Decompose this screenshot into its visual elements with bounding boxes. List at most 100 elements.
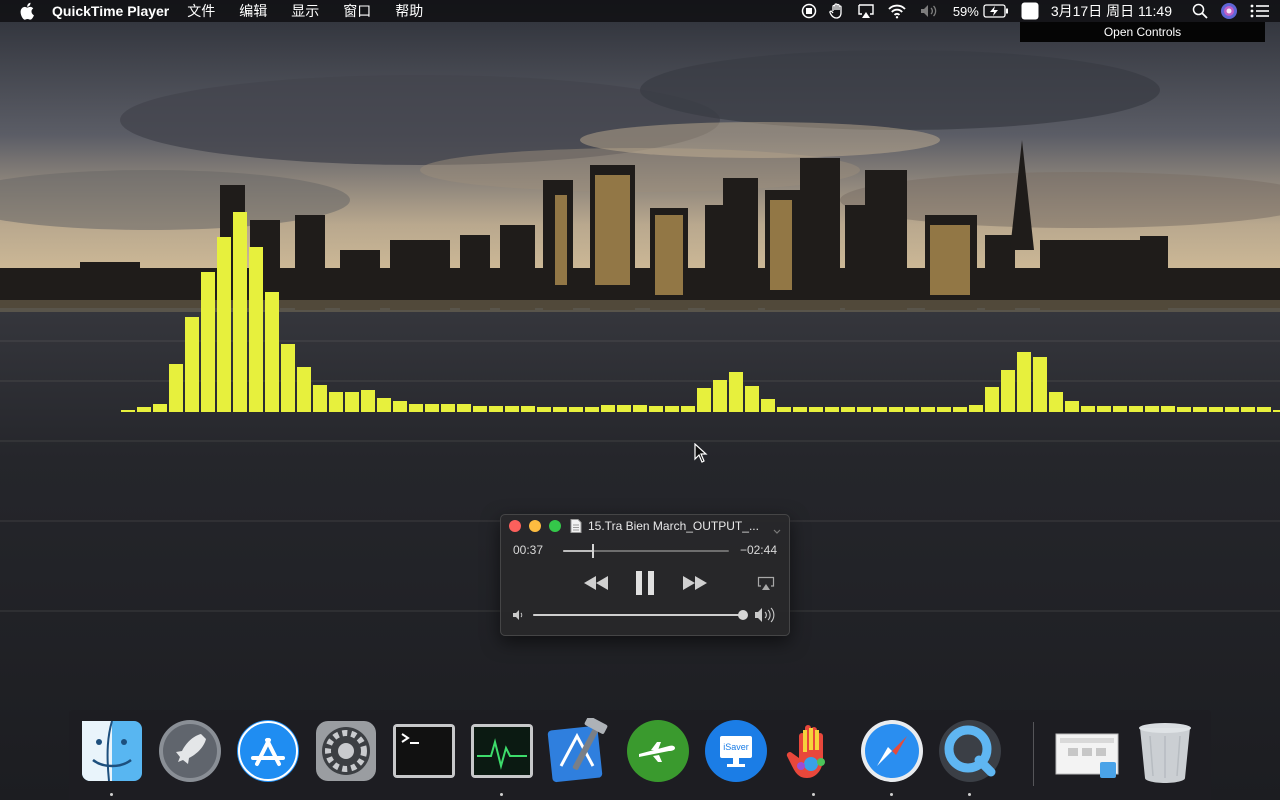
visualizer-bar (1177, 407, 1191, 412)
volume-slider[interactable] (533, 610, 748, 620)
visualizer-bar (137, 407, 151, 412)
dock-xcode[interactable] (547, 718, 613, 790)
launchpad-icon (157, 718, 223, 784)
dock-quicktime[interactable] (937, 718, 1003, 796)
visualizer-bar (1065, 401, 1079, 412)
player-titlebar[interactable]: 15.Tra Bien March_OUTPUT_... (501, 515, 789, 537)
visualizer-bar (425, 404, 439, 412)
visualizer-bar (329, 392, 343, 412)
airplay-icon[interactable] (857, 0, 875, 22)
dock-safari[interactable] (859, 718, 925, 796)
visualizer-bar (729, 372, 743, 412)
visualizer-bar (889, 407, 903, 412)
system-preferences-icon (313, 718, 379, 784)
dock: iSaver (69, 710, 1211, 800)
minimize-button[interactable] (529, 520, 541, 532)
visualizer-bar (1097, 406, 1111, 412)
visualizer-bar (761, 399, 775, 412)
activity-monitor-icon (469, 718, 535, 784)
input-method-icon[interactable] (1021, 0, 1039, 22)
fast-forward-icon[interactable] (679, 573, 711, 593)
menu-clock[interactable]: 3月17日 周日 11:49 (1051, 1, 1172, 21)
menu-view[interactable]: 显示 (291, 1, 319, 21)
visualizer-bar (505, 406, 519, 412)
menu-edit[interactable]: 编辑 (239, 1, 267, 21)
isaver-icon: iSaver (703, 718, 769, 784)
chevron-down-icon[interactable] (773, 522, 781, 540)
volume-icon[interactable] (919, 0, 939, 22)
visualizer-bar (217, 237, 231, 412)
open-controls-tooltip: Open Controls (1020, 22, 1265, 42)
battery-charging-icon[interactable] (983, 0, 1009, 22)
app-name-menu[interactable]: QuickTime Player (52, 3, 169, 19)
dock-airplane-app[interactable] (625, 718, 691, 790)
finder-icon (79, 718, 145, 784)
spotlight-search-icon[interactable] (1192, 0, 1208, 22)
visualizer-bar (825, 407, 839, 412)
visualizer-bar (457, 404, 471, 412)
dock-system-preferences[interactable] (313, 718, 379, 790)
dock-launchpad[interactable] (157, 718, 223, 790)
visualizer-bar (121, 410, 135, 412)
quicktime-icon (937, 718, 1003, 784)
menu-file[interactable]: 文件 (187, 1, 215, 21)
rewind-icon[interactable] (580, 573, 612, 593)
siri-icon[interactable] (1220, 0, 1238, 22)
running-indicator (812, 793, 815, 796)
visualizer-bar (569, 407, 583, 412)
volume-low-icon[interactable] (511, 608, 525, 622)
elapsed-time: 00:37 (513, 543, 544, 557)
volume-knob[interactable] (737, 610, 748, 620)
dock-finder[interactable] (79, 718, 145, 796)
visualizer-bar (921, 407, 935, 412)
close-button[interactable] (509, 520, 521, 532)
visualizer-bar (585, 407, 599, 412)
notification-center-icon[interactable] (1250, 0, 1270, 22)
dock-activity-monitor[interactable] (469, 718, 535, 796)
safari-icon (859, 718, 925, 784)
visualizer-bar (201, 272, 215, 412)
playback-scrubber[interactable] (563, 544, 729, 558)
dock-app-store[interactable] (235, 718, 301, 790)
dock-isaver[interactable]: iSaver (703, 718, 769, 790)
document-icon (570, 519, 582, 538)
visualizer-bar (1161, 406, 1175, 412)
visualizer-bar (1001, 370, 1015, 412)
dock-terminal[interactable] (391, 718, 457, 790)
volume-high-icon[interactable] (753, 607, 779, 623)
menu-help[interactable]: 帮助 (395, 1, 423, 21)
visualizer-bar (281, 344, 295, 412)
wifi-icon[interactable] (887, 0, 907, 22)
visualizer-bar (633, 405, 647, 412)
visualizer-bar (793, 407, 807, 412)
scrubber-handle[interactable] (591, 544, 594, 558)
trash-icon (1132, 718, 1198, 784)
visualizer-bar (681, 406, 695, 412)
visualizer-bar (649, 406, 663, 412)
quicktime-mini-player[interactable]: 15.Tra Bien March_OUTPUT_... 00:37 −02:4… (500, 514, 790, 636)
airplay-output-icon[interactable] (756, 575, 776, 591)
dock-hand-app[interactable] (781, 718, 847, 796)
dock-downloads-stack[interactable] (1054, 718, 1120, 790)
visualizer-bar (1225, 407, 1239, 412)
running-indicator (500, 793, 503, 796)
zoom-button[interactable] (549, 520, 561, 532)
menu-window[interactable]: 窗口 (343, 1, 371, 21)
visualizer-bar (1081, 406, 1095, 412)
pause-icon[interactable] (632, 570, 658, 596)
visualizer-bar (601, 405, 615, 412)
app-store-icon (235, 718, 301, 784)
visualizer-bar (1241, 407, 1255, 412)
visualizer-bar (377, 398, 391, 412)
screen-record-icon[interactable] (801, 0, 817, 22)
visualizer-bar (265, 292, 279, 412)
visualizer-bar (873, 407, 887, 412)
visualizer-bar (345, 392, 359, 412)
visualizer-bar (745, 386, 759, 412)
visualizer-bar (777, 407, 791, 412)
gesture-hand-icon[interactable] (829, 0, 845, 22)
apple-menu-icon[interactable] (20, 2, 38, 20)
dock-separator (1033, 722, 1034, 786)
visualizer-bar (553, 407, 567, 412)
dock-trash[interactable] (1132, 718, 1198, 790)
